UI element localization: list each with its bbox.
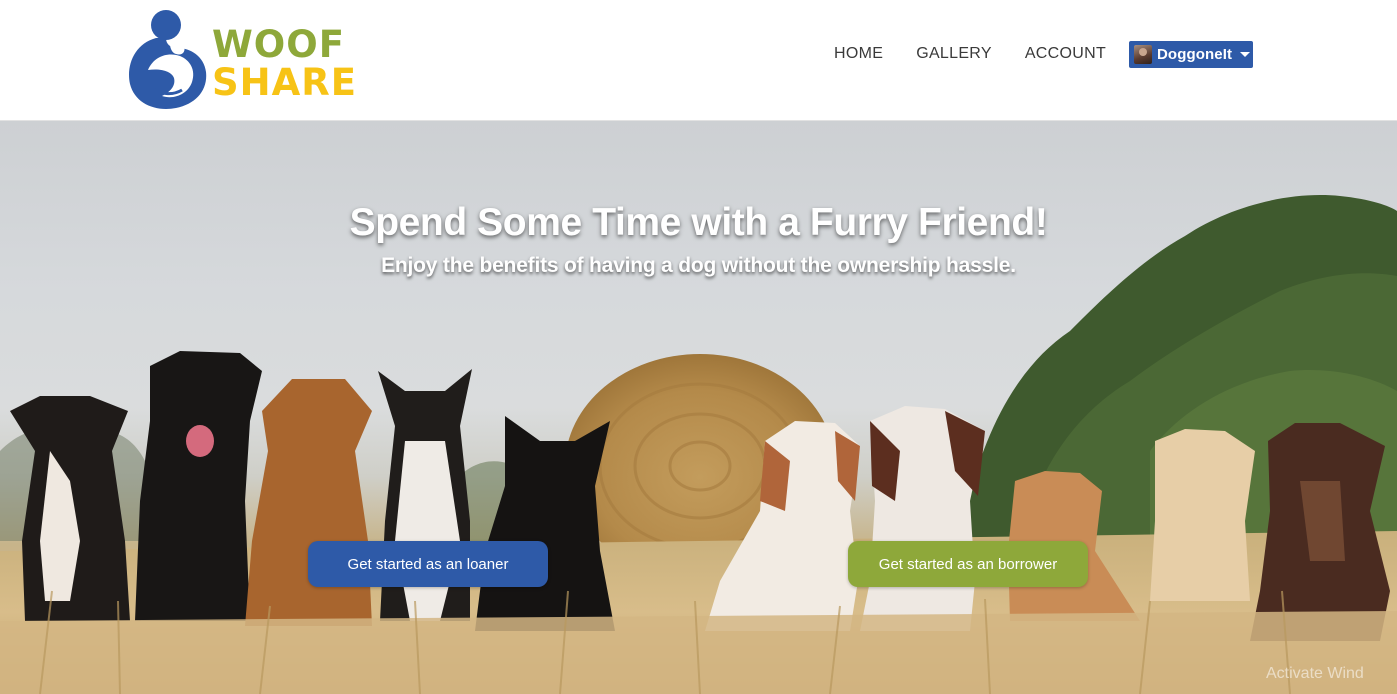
user-avatar — [1134, 45, 1152, 64]
logo-word-woof: WOOF — [212, 23, 345, 66]
hero-title: Spend Some Time with a Furry Friend! — [349, 201, 1048, 244]
caret-down-icon — [1240, 52, 1251, 57]
user-dropdown-button[interactable]: DoggoneIt — [1129, 41, 1253, 68]
logo-word-share: SHARE — [212, 61, 358, 104]
top-navbar: WOOF SHARE HOME GALLERY ACCOUNT DoggoneI… — [0, 0, 1397, 121]
nav-link-account[interactable]: ACCOUNT — [1025, 45, 1106, 63]
woofshare-logo[interactable]: WOOF SHARE — [126, 8, 396, 112]
hero-subtitle: Enjoy the benefits of having a dog witho… — [381, 254, 1016, 277]
hero-banner: Spend Some Time with a Furry Friend! Enj… — [0, 121, 1397, 694]
get-started-loaner-button[interactable]: Get started as an loaner — [308, 541, 548, 587]
dog-person-logo-icon — [129, 10, 207, 109]
main-nav: HOME GALLERY ACCOUNT — [822, 40, 1139, 68]
user-name: DoggoneIt — [1157, 46, 1233, 63]
nav-link-home[interactable]: HOME — [834, 45, 883, 63]
get-started-borrower-button[interactable]: Get started as an borrower — [848, 541, 1088, 587]
activate-windows-watermark: Activate Wind — [1266, 665, 1364, 682]
nav-link-gallery[interactable]: GALLERY — [916, 45, 992, 63]
